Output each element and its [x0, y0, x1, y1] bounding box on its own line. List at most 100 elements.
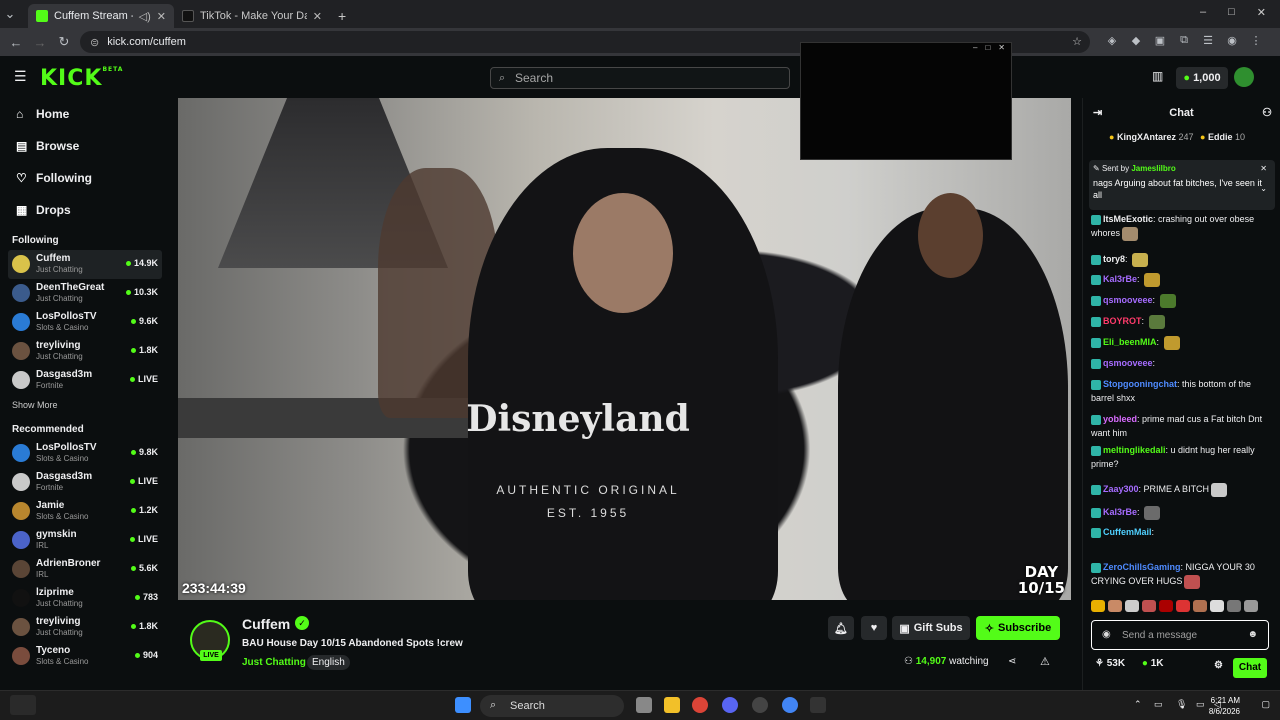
extension-icon[interactable]: ◈ [1100, 34, 1124, 47]
sidebar-nav-browse[interactable]: ▤ Browse [0, 130, 170, 162]
extensions-puzzle-icon[interactable]: ⧉ [1172, 34, 1196, 47]
kick-logo[interactable]: KICKBETA [40, 66, 123, 91]
window-close-icon[interactable]: ✕ [1257, 6, 1266, 19]
notification-icon[interactable]: ▢ [1261, 699, 1270, 710]
pinned-message[interactable]: ✎ Sent by Jameslilbro ✕ ⌄ nags Arguing a… [1089, 160, 1275, 210]
chat-username[interactable]: qsmooveee [1103, 295, 1153, 305]
tab-audio-icon[interactable]: ◁) [139, 10, 151, 23]
gift-subs-button[interactable]: ▣ Gift Subs [892, 616, 970, 640]
sidebar-channel[interactable]: LosPollosTV Slots & Casino 9.8K [8, 439, 162, 468]
profile-avatar-icon[interactable]: ◉ [1220, 34, 1244, 47]
sidebar-channel[interactable]: Jamie Slots & Casino 1.2K [8, 497, 162, 526]
sidebar-channel[interactable]: lziprime Just Chatting 783 [8, 584, 162, 613]
channel-name[interactable]: Cuffem [242, 616, 290, 632]
gifter-name[interactable]: Eddie [1208, 132, 1233, 142]
chat-username[interactable]: Eli_beenMIA [1103, 337, 1157, 347]
back-icon[interactable]: ← [4, 35, 28, 50]
pip-minimize-icon[interactable]: – [973, 43, 977, 57]
video-player[interactable]: Disneyland AUTHENTIC ORIGINAL EST. 1955 … [178, 98, 1071, 600]
emoji-picker-icon[interactable]: ☻ [1247, 629, 1258, 640]
tab-close-icon[interactable]: ✕ [313, 10, 322, 23]
sidebar-nav-following[interactable]: ♡ Following [0, 162, 170, 194]
tab-cuffem[interactable]: Cuffem Stream - Watch Live on Kick ◁) ✕ [28, 4, 174, 28]
emote-icon[interactable] [1159, 600, 1173, 612]
extension-icon[interactable]: ◆ [1124, 34, 1148, 47]
task-view-icon[interactable] [636, 697, 652, 713]
report-icon[interactable]: ⚠ [1040, 655, 1050, 668]
app-icon[interactable] [752, 697, 768, 713]
picture-in-picture-window[interactable]: – □ ✕ [800, 42, 1012, 160]
sidebar-nav-drops[interactable]: ▦ Drops [0, 194, 170, 226]
emote-icon[interactable] [1193, 600, 1207, 612]
app-icon[interactable] [810, 697, 826, 713]
chat-username[interactable]: Kal3rBe [1103, 274, 1137, 284]
browser-menu-icon[interactable]: ⋮ [1244, 34, 1268, 47]
chat-username[interactable]: Zaay300 [1103, 484, 1139, 494]
taskbar-widget-icon[interactable] [10, 695, 36, 715]
emote-icon[interactable] [1244, 600, 1258, 612]
chat-username[interactable]: Stopgooningchat [1103, 379, 1177, 389]
microphone-icon[interactable]: 🎙︎ [1176, 699, 1187, 710]
sidebar-channel[interactable]: Dasgasd3m Fortnite LIVE [8, 468, 162, 497]
emote-icon[interactable] [1227, 600, 1241, 612]
user-avatar[interactable] [1234, 67, 1254, 87]
taskbar-clock[interactable]: 6:21 AM 8/6/2026 [1209, 695, 1240, 717]
stream-language[interactable]: English [307, 655, 350, 670]
search-input[interactable]: ⌕ Search [490, 67, 790, 89]
pip-maximize-icon[interactable]: □ [985, 43, 990, 57]
minimize-icon[interactable]: – [1200, 6, 1206, 19]
chrome-active-icon[interactable] [782, 697, 798, 713]
chat-username[interactable]: CuffemMail [1103, 527, 1152, 537]
chat-username[interactable]: qsmooveee [1103, 358, 1153, 368]
emote-icon[interactable] [1091, 600, 1105, 612]
tray-chevron-icon[interactable]: ⌃ [1134, 699, 1142, 710]
chrome-icon[interactable] [692, 697, 708, 713]
subscribe-button[interactable]: ✧ Subscribe [976, 616, 1060, 640]
tray-icon[interactable]: ▭ [1154, 699, 1163, 710]
chat-username[interactable]: Kal3rBe [1103, 507, 1137, 517]
sidebar-channel[interactable]: AdrienBroner IRL 5.6K [8, 555, 162, 584]
follow-button[interactable]: ♥ [861, 616, 887, 640]
reload-icon[interactable]: ↻ [52, 34, 76, 50]
forward-icon[interactable]: → [28, 35, 52, 50]
sidebar-channel[interactable]: Tyceno Slots & Casino 904 [8, 642, 162, 671]
new-tab-button[interactable]: + [330, 4, 354, 28]
tab-tiktok[interactable]: TikTok - Make Your Day ✕ [174, 4, 330, 28]
expand-pinned-icon[interactable]: ⌄ [1260, 184, 1267, 193]
collapse-chat-icon[interactable]: ⇥ [1093, 98, 1102, 128]
emote-icon[interactable] [1176, 600, 1190, 612]
sidebar-channel[interactable]: LosPollosTV Slots & Casino 9.6K [8, 308, 162, 337]
hamburger-menu-icon[interactable]: ☰ [14, 68, 27, 85]
taskbar-search[interactable]: ⌕ Search [480, 695, 624, 717]
emote-icon[interactable] [1142, 600, 1156, 612]
sidebar-channel[interactable]: gymskin IRL LIVE [8, 526, 162, 555]
sidebar-nav-home[interactable]: ⌂ Home [0, 98, 170, 130]
reading-list-icon[interactable]: ☰ [1196, 34, 1220, 47]
chat-username[interactable]: meltinglikedali [1103, 445, 1166, 455]
gifter-name[interactable]: KingXAntarez [1117, 132, 1176, 142]
sidebar-channel[interactable]: treyliving Just Chatting 1.8K [8, 337, 162, 366]
emote-icon[interactable] [1210, 600, 1224, 612]
maximize-icon[interactable]: □ [1228, 6, 1235, 19]
unpin-icon[interactable]: ✕ [1260, 164, 1267, 173]
kick-coins-button[interactable]: ● 1,000 [1176, 67, 1228, 89]
extension-icon[interactable]: ▣ [1148, 34, 1172, 47]
tab-close-icon[interactable]: ✕ [157, 10, 166, 23]
chat-settings-icon[interactable]: ⚙ [1214, 660, 1223, 671]
chat-username[interactable]: yobleed [1103, 414, 1137, 424]
chat-username[interactable]: ItsMeExotic [1103, 214, 1153, 224]
show-more-link[interactable]: Show More [0, 395, 170, 415]
layout-icon[interactable]: ▥ [1152, 69, 1163, 83]
sidebar-channel[interactable]: treyliving Just Chatting 1.8K [8, 613, 162, 642]
chat-username[interactable]: ZeroChillsGaming [1103, 562, 1181, 572]
notifications-button[interactable]: 🔔︎ [828, 616, 854, 640]
pip-close-icon[interactable]: ✕ [998, 43, 1005, 57]
sidebar-channel[interactable]: Dasgasd3m Fortnite LIVE [8, 366, 162, 395]
stream-category[interactable]: Just Chatting [242, 657, 306, 668]
sidebar-channel[interactable]: Cuffem Just Chatting 14.9K [8, 250, 162, 279]
emote-icon[interactable] [1108, 600, 1122, 612]
emote-icon[interactable] [1125, 600, 1139, 612]
windows-start-icon[interactable] [455, 697, 471, 713]
chat-message-input[interactable]: ◉ Send a message ☻ [1091, 620, 1269, 650]
chat-users-icon[interactable]: ⚇ [1262, 98, 1272, 128]
